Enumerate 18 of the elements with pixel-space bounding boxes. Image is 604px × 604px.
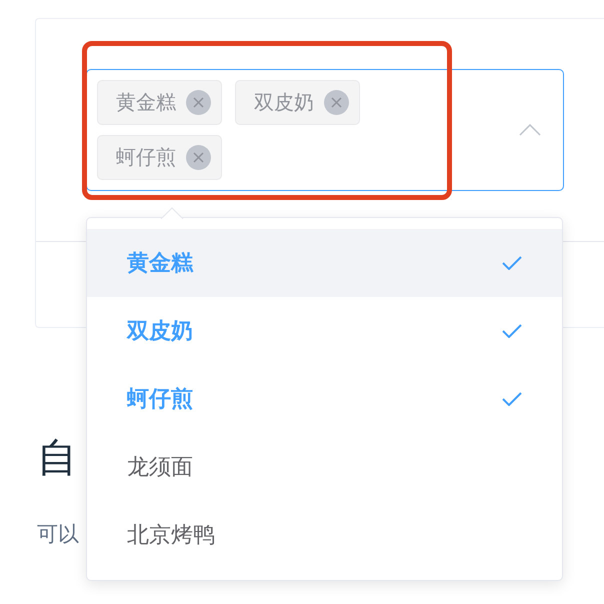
- caret-icon[interactable]: [519, 124, 541, 136]
- check-icon: [502, 324, 522, 338]
- check-icon: [502, 392, 522, 406]
- dropdown-option[interactable]: 龙须面: [87, 433, 562, 501]
- dropdown-option[interactable]: 双皮奶: [87, 297, 562, 365]
- tag-label: 黄金糕: [116, 89, 176, 116]
- dropdown-option[interactable]: 蚵仔煎: [87, 365, 562, 433]
- tag-label: 蚵仔煎: [116, 144, 176, 171]
- close-icon[interactable]: [324, 90, 349, 115]
- close-icon[interactable]: [186, 145, 211, 170]
- multi-select-field[interactable]: 黄金糕 双皮奶 蚵仔煎: [86, 69, 564, 191]
- section-heading: 自: [37, 438, 77, 478]
- tag-label: 双皮奶: [254, 89, 314, 116]
- check-icon: [502, 256, 522, 270]
- description-text: 可以: [37, 521, 79, 548]
- dropdown-option[interactable]: 黄金糕: [87, 229, 562, 297]
- dropdown-option[interactable]: 北京烤鸭: [87, 501, 562, 569]
- close-icon[interactable]: [186, 90, 211, 115]
